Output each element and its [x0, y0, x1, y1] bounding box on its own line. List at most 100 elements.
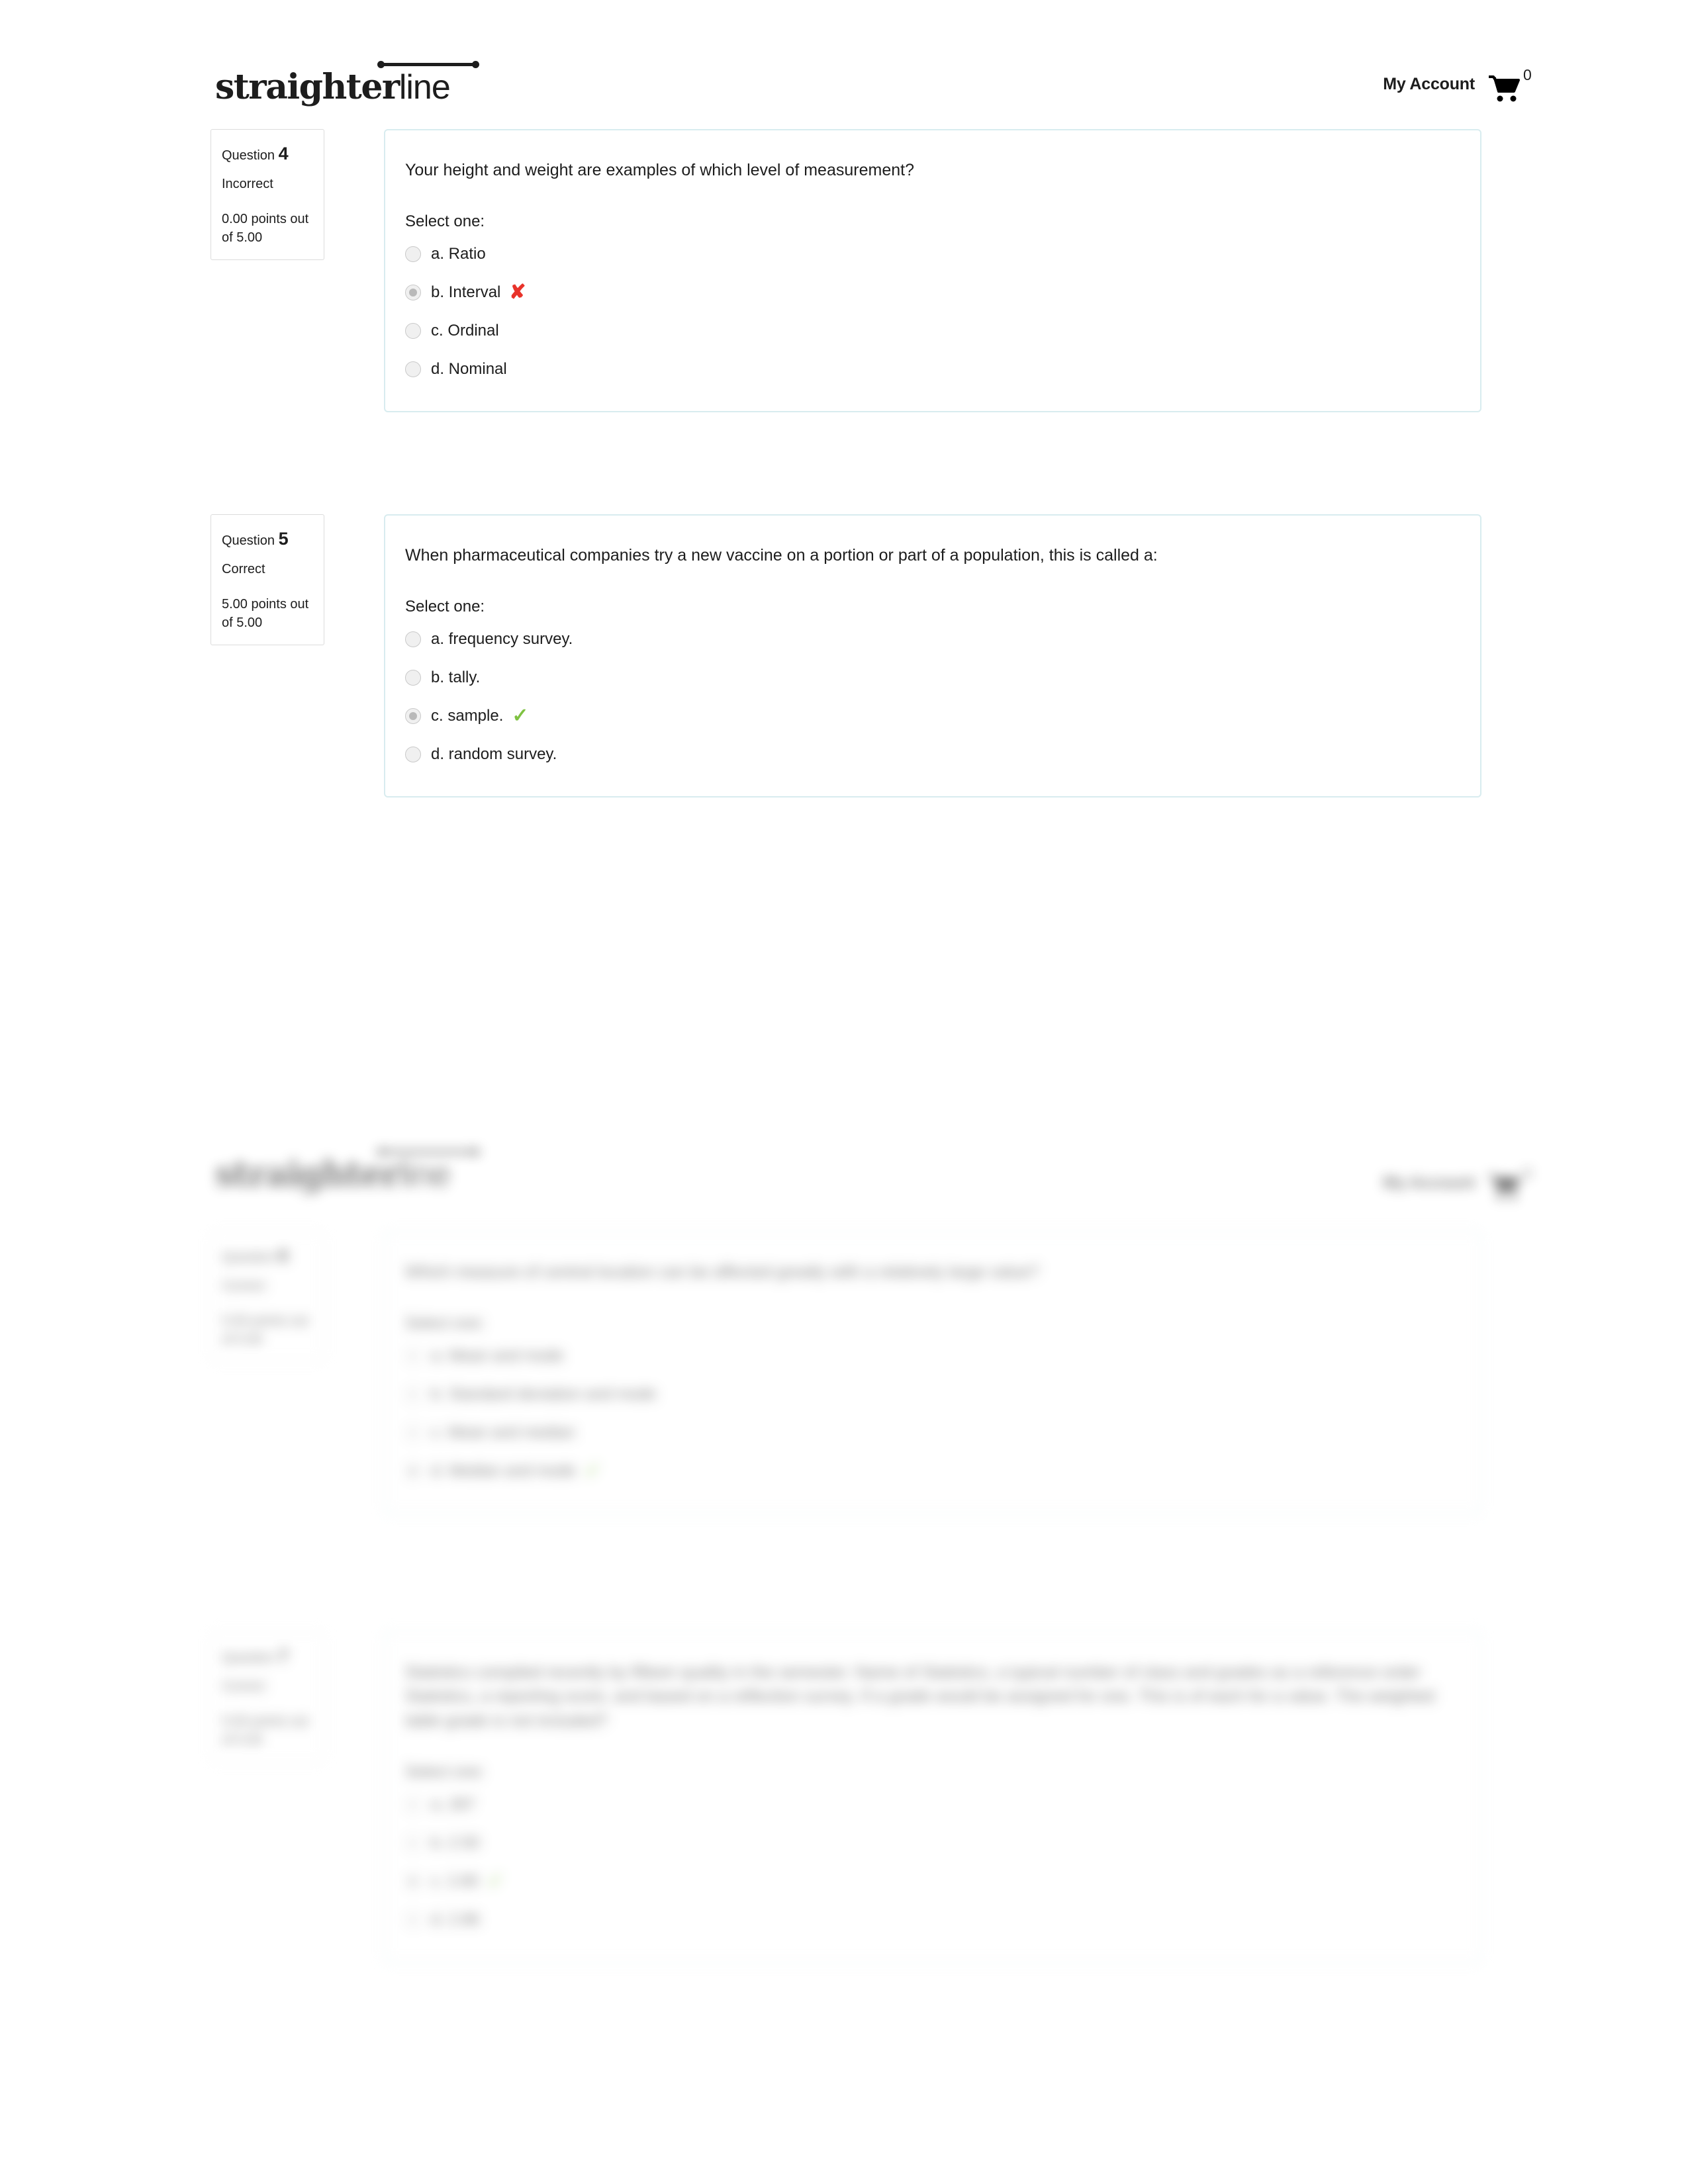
cart-item-count: 0	[1523, 66, 1532, 83]
question-number-5: 5	[278, 529, 289, 549]
question-text-4: Your height and weight are examples of w…	[405, 161, 914, 179]
blurred-radio-6a	[405, 1348, 421, 1365]
blurred-radio-7c	[405, 1873, 421, 1889]
question-grade-5: 5.00 points out of 5.00	[222, 596, 309, 631]
blurred-radio-6d	[405, 1463, 421, 1480]
blurred-cart-item-count: 0	[1523, 1165, 1532, 1182]
question-info-panel-5: Question 5 Correct 5.00 points out of 5.…	[211, 514, 324, 645]
blurred-answer-label-7c: c. 2.80	[431, 1872, 479, 1890]
answer-option-5a[interactable]: a. frequency survey.	[405, 620, 1460, 659]
question-label-5: Question	[222, 533, 275, 548]
blurred-shopping-cart-icon	[1488, 1174, 1521, 1205]
blurred-question-state-7: Correct	[222, 1679, 265, 1694]
quiz-review-page: straighterline My Account 0 Question 4 I…	[0, 0, 1688, 2184]
blurred-question-number-line-7: Question 7	[222, 1643, 313, 1668]
answer-option-4d[interactable]: d. Nominal	[405, 350, 1460, 388]
question-number-line-4: Question 4	[222, 141, 313, 166]
blurred-radio-7a	[405, 1796, 421, 1813]
blurred-question-number-line-6: Question 6	[222, 1243, 313, 1268]
blurred-correct-mark-icon: ✓	[584, 1460, 601, 1482]
blurred-answer-option-7a: a. 287	[405, 1786, 1460, 1824]
radio-5c[interactable]	[405, 708, 421, 725]
blurred-logo-bold-text: straighter	[215, 1154, 400, 1195]
answer-list-4: a. Ratio b. Interval ✘ c. Ordinal d. Nom…	[405, 235, 1460, 388]
blurred-answer-option-7d: d. 2.86	[405, 1901, 1460, 1939]
blurred-cart-button: 0	[1488, 1165, 1539, 1205]
blurred-answer-label-7d: d. 2.86	[431, 1910, 480, 1929]
radio-4b[interactable]	[405, 285, 421, 301]
correct-mark-icon: ✓	[512, 705, 529, 727]
blurred-radio-6c	[405, 1425, 421, 1441]
answer-list-5: a. frequency survey. b. tally. c. sample…	[405, 620, 1460, 774]
blurred-question-text-7: Statistics compiled recently by fifteen …	[405, 1663, 1435, 1730]
question-grade-4: 0.00 points out of 5.00	[222, 211, 309, 246]
blurred-question-state-6: Correct	[222, 1279, 265, 1294]
question-text-5: When pharmaceutical companies try a new …	[405, 546, 1158, 565]
answer-option-5b[interactable]: b. tally.	[405, 659, 1460, 697]
blurred-answer-label-6a: a. Mean and mode	[431, 1347, 564, 1365]
radio-4c[interactable]	[405, 323, 421, 340]
blurred-question-number-6: 6	[278, 1246, 289, 1265]
question-label-4: Question	[222, 148, 275, 163]
question-number-4: 4	[278, 144, 289, 163]
question-state-4: Incorrect	[222, 177, 273, 192]
blurred-select-one-label-6: Select one:	[405, 1314, 485, 1333]
radio-5d[interactable]	[405, 747, 421, 763]
logo-wordmark: straighterline	[215, 67, 451, 107]
cart-button[interactable]: 0	[1488, 66, 1539, 107]
blurred-question-number-7: 7	[278, 1646, 289, 1666]
select-one-label-5: Select one:	[405, 598, 485, 616]
blurred-answer-label-6d: d. Median and mode	[431, 1462, 576, 1480]
select-one-label-4: Select one:	[405, 212, 485, 231]
blurred-select-one-label-7: Select one:	[405, 1762, 485, 1781]
answer-label-4d: d. Nominal	[431, 360, 507, 379]
blurred-correct-mark-icon-7: ✓	[487, 1870, 504, 1892]
blurred-answer-option-7b: b. 2.50	[405, 1824, 1460, 1862]
shopping-cart-icon	[1488, 75, 1521, 107]
answer-label-5a: a. frequency survey.	[431, 630, 573, 649]
answer-label-4b: b. Interval	[431, 283, 501, 302]
answer-label-4a: a. Ratio	[431, 245, 486, 263]
radio-4a[interactable]	[405, 246, 421, 263]
blurred-answer-option-7c: c. 2.80 ✓	[405, 1862, 1460, 1901]
question-card-4: Your height and weight are examples of w…	[384, 129, 1481, 413]
question-info-panel-4: Question 4 Incorrect 0.00 points out of …	[211, 129, 324, 260]
answer-option-5c[interactable]: c. sample. ✓	[405, 697, 1460, 735]
blurred-answer-label-6c: c. Mean and median	[431, 1424, 575, 1442]
blurred-question-info-panel-6: Question 6 Correct 5.00 points out of 5.…	[211, 1231, 324, 1362]
radio-5b[interactable]	[405, 670, 421, 686]
blurred-question-card-7: Statistics compiled recently by fifteen …	[384, 1631, 1481, 1963]
answer-label-5c: c. sample.	[431, 707, 504, 725]
blurred-question-grade-6: 5.00 points out of 5.00	[222, 1313, 309, 1347]
blurred-logo-light-text: line	[399, 1156, 451, 1194]
blurred-answer-option-6b: b. Standard deviation and mode	[405, 1375, 1460, 1414]
answer-option-5d[interactable]: d. random survey.	[405, 735, 1460, 774]
answer-label-5d: d. random survey.	[431, 745, 557, 764]
blurred-question-text-6: Which measure of central location can be…	[405, 1263, 1039, 1281]
logo-light-text: line	[399, 68, 451, 107]
blurred-question-card-6: Which measure of central location can be…	[384, 1231, 1481, 1515]
blurred-answer-list-6: a. Mean and mode b. Standard deviation a…	[405, 1337, 1460, 1490]
answer-option-4b[interactable]: b. Interval ✘	[405, 273, 1460, 312]
blurred-my-account-link: My Account	[1383, 1173, 1475, 1192]
blurred-answer-label-7b: b. 2.50	[431, 1833, 480, 1852]
radio-4d[interactable]	[405, 361, 421, 378]
my-account-link[interactable]: My Account	[1383, 75, 1475, 94]
blurred-answer-option-6a: a. Mean and mode	[405, 1337, 1460, 1375]
blurred-question-grade-7: 5.00 points out of 5.00	[222, 1713, 309, 1748]
question-state-5: Correct	[222, 562, 265, 577]
blurred-radio-6b	[405, 1387, 421, 1403]
blurred-logo-wordmark: straighterline	[215, 1154, 451, 1195]
logo-bold-text: straighter	[215, 67, 400, 107]
blurred-logo-overline-bar	[377, 1148, 479, 1156]
question-card-5: When pharmaceutical companies try a new …	[384, 514, 1481, 798]
site-header: straighterline My Account 0	[0, 0, 1688, 113]
answer-option-4c[interactable]: c. Ordinal	[405, 312, 1460, 350]
answer-option-4a[interactable]: a. Ratio	[405, 235, 1460, 273]
blurred-question-label-7: Question	[222, 1651, 275, 1665]
radio-5a[interactable]	[405, 631, 421, 648]
blurred-answer-option-6c: c. Mean and median	[405, 1414, 1460, 1452]
blurred-answer-list-7: a. 287 b. 2.50 c. 2.80 ✓ d. 2.86	[405, 1786, 1460, 1939]
blurred-answer-label-7a: a. 287	[431, 1795, 475, 1813]
answer-label-5b: b. tally.	[431, 668, 481, 687]
